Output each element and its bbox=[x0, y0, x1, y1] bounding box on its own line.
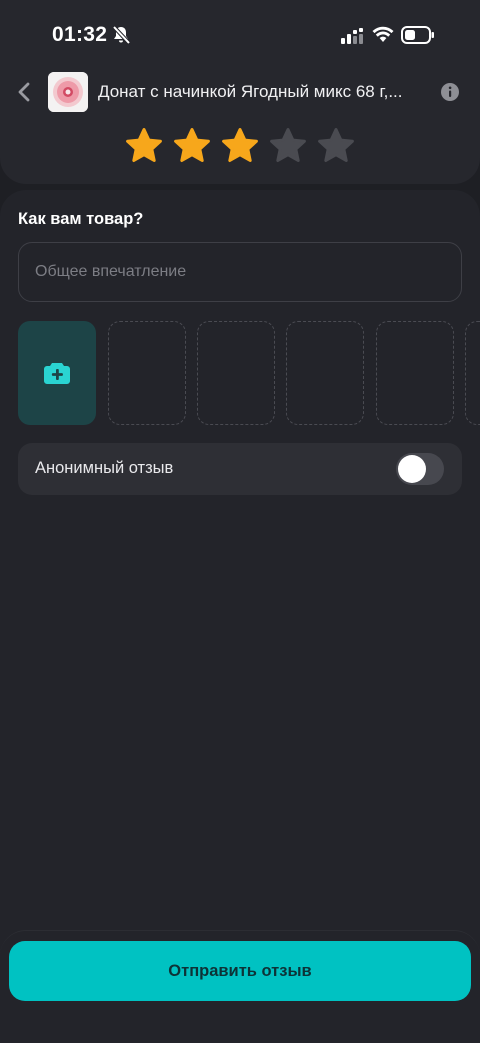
status-time: 01:32 bbox=[52, 23, 108, 46]
star-icon[interactable] bbox=[172, 126, 212, 166]
info-icon[interactable] bbox=[440, 82, 460, 102]
add-photo-button[interactable] bbox=[18, 321, 96, 425]
anonymous-review-label: Анонимный отзыв bbox=[35, 459, 174, 477]
review-screen: 01:32 Донат с начинкой Ягодный микс 68 г… bbox=[0, 0, 480, 1043]
photo-slot[interactable] bbox=[465, 321, 480, 425]
star-icon[interactable] bbox=[220, 126, 260, 166]
review-form-card bbox=[0, 190, 480, 1043]
status-bar: 01:32 bbox=[0, 0, 480, 70]
donut-image bbox=[48, 72, 88, 112]
star-icon[interactable] bbox=[316, 126, 356, 166]
star-rating bbox=[124, 126, 356, 166]
photo-slot[interactable] bbox=[197, 321, 275, 425]
photo-slot[interactable] bbox=[376, 321, 454, 425]
product-thumbnail bbox=[48, 72, 88, 112]
battery-icon bbox=[401, 26, 434, 44]
back-button[interactable] bbox=[10, 77, 38, 107]
star-icon[interactable] bbox=[124, 126, 164, 166]
photo-slot[interactable] bbox=[108, 321, 186, 425]
toggle-knob bbox=[398, 455, 426, 483]
bell-slash-icon bbox=[112, 25, 131, 45]
signal-icon bbox=[341, 28, 363, 44]
chevron-left-icon bbox=[18, 82, 30, 102]
product-title: Донат с начинкой Ягодный микс 68 г,... bbox=[98, 82, 403, 101]
anonymous-review-toggle[interactable] bbox=[396, 453, 444, 485]
anonymous-review-row: Анонимный отзыв bbox=[18, 443, 462, 495]
camera-plus-icon bbox=[44, 363, 70, 384]
photo-upload-row bbox=[18, 321, 480, 425]
photo-slot[interactable] bbox=[286, 321, 364, 425]
star-icon[interactable] bbox=[268, 126, 308, 166]
impression-input[interactable] bbox=[18, 242, 462, 302]
question-label: Как вам товар? bbox=[18, 210, 144, 228]
wifi-icon bbox=[372, 26, 394, 42]
submit-review-button[interactable]: Отправить отзыв bbox=[9, 941, 471, 1001]
